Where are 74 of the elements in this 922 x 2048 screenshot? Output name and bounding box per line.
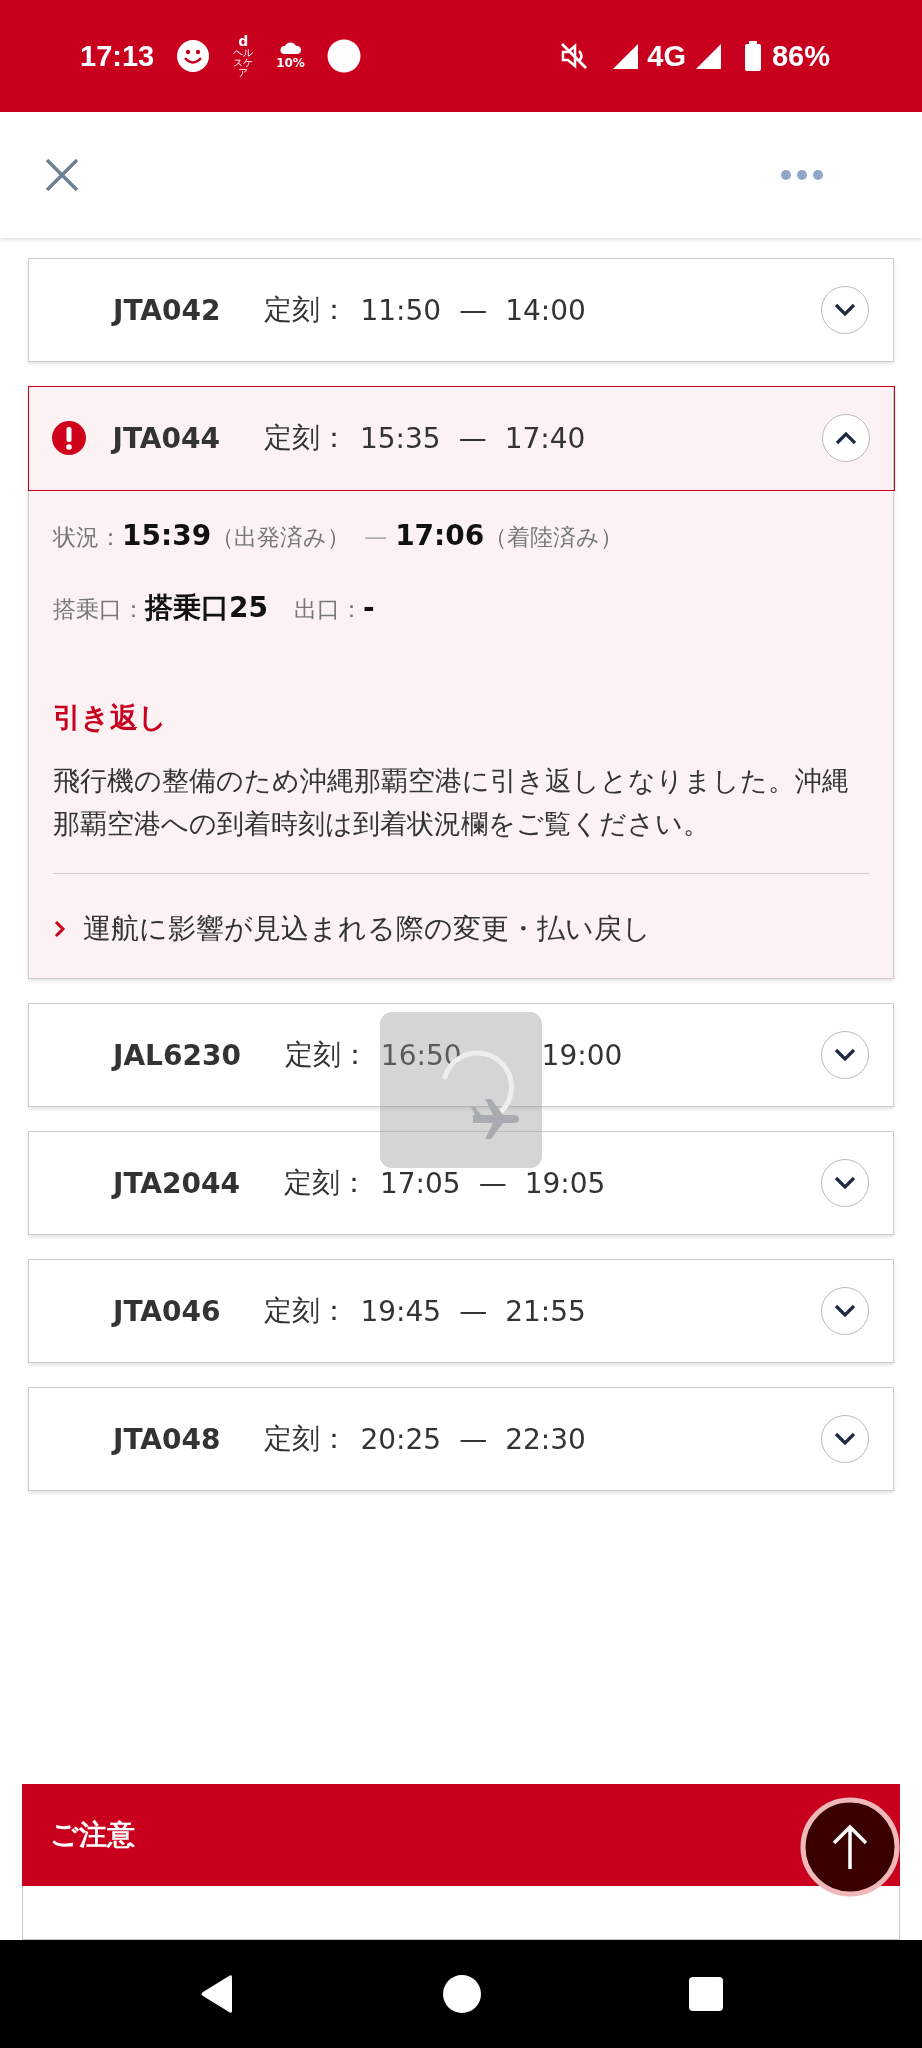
smiley-icon	[176, 39, 211, 73]
flight-row[interactable]: JTA042 定刻： 11:50 — 14:00	[29, 259, 893, 361]
departure-time: 20:25	[360, 1422, 442, 1456]
departure-time: 11:50	[360, 293, 442, 327]
flight-row[interactable]: JTA044 定刻： 15:35 — 17:40	[27, 385, 895, 491]
arrival-actual-time: 17:06	[395, 519, 485, 552]
notice-title: 引き返し	[53, 700, 168, 736]
arrival-time: 14:00	[505, 293, 586, 327]
chevron-down-icon	[833, 1175, 857, 1191]
schedule-label: 定刻：	[264, 292, 349, 328]
circle-icon	[326, 39, 361, 73]
notice-text: 飛行機の整備のため沖縄那覇空港に引き返しとなりました。沖縄那覇空港への到着時刻は到着状況欄をご覧ください。	[53, 764, 850, 841]
arrival-time: 19:00	[541, 1038, 623, 1072]
arrival-time: 19:05	[524, 1166, 606, 1200]
flight-number: JTA042	[113, 293, 221, 327]
back-icon[interactable]	[199, 1974, 235, 2014]
chevron-up-icon	[833, 430, 858, 446]
flight-number: JTA044	[112, 421, 220, 455]
flight-row[interactable]: JTA2044 定刻： 17:05 — 19:05	[29, 1132, 893, 1234]
arrival-time: 17:40	[504, 421, 586, 455]
dash: —	[478, 1166, 507, 1200]
departure-time: 19:45	[360, 1294, 442, 1328]
arrival-status: （着陸済み）	[484, 523, 624, 552]
schedule-label: 定刻：	[263, 420, 348, 456]
expand-toggle[interactable]	[821, 1031, 869, 1079]
arrival-time: 22:30	[505, 1422, 586, 1456]
schedule-label: 定刻：	[284, 1037, 369, 1073]
dash: —	[364, 524, 388, 550]
chevron-down-icon	[833, 1431, 857, 1447]
flight-number: JTA048	[113, 1422, 221, 1456]
flight-number: JAL6230	[113, 1038, 241, 1072]
dash: —	[459, 293, 488, 327]
chevron-down-icon	[833, 302, 857, 318]
dash: —	[459, 1294, 488, 1328]
clock: 17:13	[80, 39, 155, 73]
cloud-icon	[279, 42, 302, 54]
dash: —	[459, 1422, 488, 1456]
close-icon[interactable]	[44, 157, 80, 193]
departure-time: 17:05	[379, 1166, 461, 1200]
caution-title: ご注意	[50, 1817, 135, 1853]
schedule-label: 定刻：	[264, 1421, 349, 1457]
battery-icon	[743, 41, 762, 71]
app-notification-icon: d ヘルスケア	[232, 34, 255, 78]
chevron-down-icon	[833, 1047, 857, 1063]
schedule-label: 定刻：	[264, 1293, 349, 1329]
refund-link[interactable]: 運航に影響が見込まれる際の変更・払い戻し	[83, 910, 651, 948]
departure-actual-time: 15:39	[122, 519, 212, 552]
scroll-to-top-button[interactable]	[800, 1797, 900, 1897]
expand-toggle[interactable]	[821, 286, 869, 334]
flight-number: JTA2044	[113, 1166, 240, 1200]
gate-value: 搭乗口25	[145, 590, 268, 626]
expand-toggle[interactable]	[821, 1287, 869, 1335]
expand-toggle[interactable]	[821, 414, 870, 462]
arrival-time: 21:55	[505, 1294, 586, 1328]
battery-level: 86%	[771, 39, 830, 73]
expand-toggle[interactable]	[821, 1415, 869, 1463]
status-label: 状況：	[53, 523, 122, 552]
flight-row[interactable]: JTA046 定刻： 19:45 — 21:55	[29, 1260, 893, 1362]
departure-status: （出発済み）	[211, 523, 351, 552]
departure-time: 15:35	[359, 421, 441, 455]
schedule-label: 定刻：	[283, 1165, 368, 1201]
dash: —	[458, 421, 487, 455]
gate-label: 搭乗口：	[53, 596, 145, 624]
signal-icon	[611, 42, 640, 70]
chevron-down-icon	[833, 1303, 857, 1319]
flight-number: JTA046	[113, 1294, 221, 1328]
expand-toggle[interactable]	[821, 1159, 869, 1207]
network-type: 4G	[647, 39, 686, 73]
chevron-right-icon	[53, 919, 67, 939]
weather-notification: 10%	[276, 42, 305, 70]
exit-label: 出口：	[293, 595, 363, 624]
exit-value: -	[362, 591, 375, 624]
flight-row[interactable]: JTA048 定刻： 20:25 — 22:30	[29, 1388, 893, 1490]
home-icon[interactable]	[443, 1975, 481, 2013]
